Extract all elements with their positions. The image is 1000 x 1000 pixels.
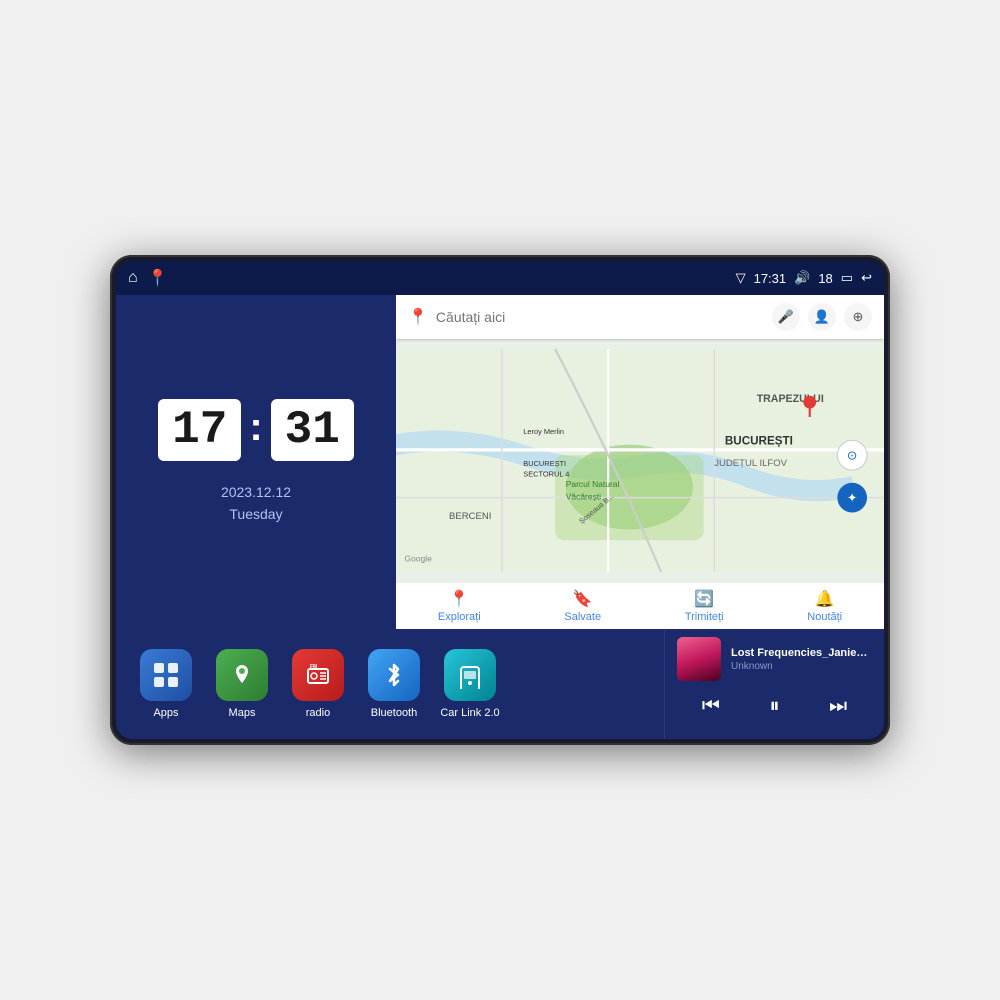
clock-minute: 31 — [271, 399, 354, 461]
bluetooth-label: Bluetooth — [371, 707, 417, 719]
svg-text:BERCENI: BERCENI — [449, 511, 491, 522]
music-artist: Unknown — [731, 661, 872, 672]
screen: ⌂ 📍 ▽ 17:31 🔊 18 ▭ ↩ 17 : — [116, 261, 884, 739]
saved-label: Salvate — [564, 611, 601, 623]
svg-text:Google: Google — [404, 553, 432, 563]
svg-text:⊙: ⊙ — [847, 447, 858, 462]
svg-text:JUDEȚUL ILFOV: JUDEȚUL ILFOV — [714, 458, 787, 469]
main-content: 17 : 31 2023.12.12 Tuesday 📍 — [116, 295, 884, 739]
music-prev-button[interactable]: ⏮ — [694, 691, 728, 722]
battery-icon: ▭ — [841, 270, 853, 286]
music-thumbnail — [677, 637, 721, 681]
map-send-btn[interactable]: 🔄 Trimiteți — [685, 589, 724, 623]
svg-text:FM: FM — [310, 664, 317, 670]
explore-icon: 📍 — [449, 589, 469, 609]
news-icon: 🔔 — [815, 589, 835, 609]
map-account-icon[interactable]: 👤 — [808, 303, 836, 331]
battery-level: 18 — [818, 271, 832, 286]
clock-hour: 17 — [158, 399, 241, 461]
music-next-button[interactable]: ⏭ — [821, 691, 855, 722]
map-mic-icon[interactable]: 🎤 — [772, 303, 800, 331]
map-explore-btn[interactable]: 📍 Explorați — [438, 589, 481, 623]
saved-icon: 🔖 — [573, 589, 593, 609]
maps-icon — [216, 649, 268, 701]
bottom-row: Apps Maps — [116, 629, 884, 739]
app-item-bluetooth[interactable]: Bluetooth — [364, 649, 424, 719]
svg-text:Leroy Merlin: Leroy Merlin — [523, 427, 564, 436]
signal-icon: ▽ — [736, 270, 746, 286]
maps-label: Maps — [229, 707, 256, 719]
map-search-input[interactable] — [436, 309, 764, 325]
music-title: Lost Frequencies_Janieck Devy-... — [731, 647, 872, 659]
music-controls: ⏮ ⏸ ⏭ — [677, 691, 872, 722]
music-play-pause-button[interactable]: ⏸ — [761, 691, 787, 722]
clock-display: 17 : 31 — [158, 399, 354, 461]
status-left-icons: ⌂ 📍 — [128, 268, 168, 288]
clock-panel: 17 : 31 2023.12.12 Tuesday — [116, 295, 396, 629]
apps-section: Apps Maps — [116, 629, 664, 739]
map-panel[interactable]: 📍 🎤 👤 ⊕ — [396, 295, 884, 629]
carlink-icon — [444, 649, 496, 701]
clock-colon: : — [249, 405, 262, 450]
apps-icon — [140, 649, 192, 701]
map-header: 📍 🎤 👤 ⊕ — [396, 295, 884, 339]
explore-label: Explorați — [438, 611, 481, 623]
music-details: Lost Frequencies_Janieck Devy-... Unknow… — [731, 647, 872, 672]
app-item-carlink[interactable]: Car Link 2.0 — [440, 649, 500, 719]
map-svg: TRAPEZULUI BUCUREȘTI JUDEȚUL ILFOV BERCE… — [396, 339, 884, 582]
news-label: Noutăți — [807, 611, 842, 623]
status-bar: ⌂ 📍 ▽ 17:31 🔊 18 ▭ ↩ — [116, 261, 884, 295]
status-right-info: ▽ 17:31 🔊 18 ▭ ↩ — [736, 270, 872, 286]
radio-icon: FM — [292, 649, 344, 701]
svg-text:✦: ✦ — [847, 490, 858, 505]
map-body[interactable]: TRAPEZULUI BUCUREȘTI JUDEȚUL ILFOV BERCE… — [396, 339, 884, 582]
volume-icon: 🔊 — [794, 270, 810, 286]
map-footer: 📍 Explorați 🔖 Salvate 🔄 Trimiteți � — [396, 582, 884, 629]
svg-text:BUCUREȘTI: BUCUREȘTI — [725, 435, 793, 448]
svg-text:Văcărești: Văcărești — [566, 492, 601, 502]
radio-label: radio — [306, 707, 330, 719]
map-pin-icon: 📍 — [408, 307, 428, 327]
top-row: 17 : 31 2023.12.12 Tuesday 📍 — [116, 295, 884, 629]
map-layers-icon[interactable]: ⊕ — [844, 303, 872, 331]
svg-text:Parcul Natural: Parcul Natural — [566, 479, 620, 489]
svg-text:BUCUREȘTI: BUCUREȘTI — [523, 459, 566, 468]
map-news-btn[interactable]: 🔔 Noutăți — [807, 589, 842, 623]
app-item-maps[interactable]: Maps — [212, 649, 272, 719]
app-item-apps[interactable]: Apps — [136, 649, 196, 719]
status-time: 17:31 — [754, 271, 787, 286]
svg-text:SECTORUL 4: SECTORUL 4 — [523, 469, 569, 478]
bluetooth-icon — [368, 649, 420, 701]
clock-date: 2023.12.12 Tuesday — [221, 481, 291, 526]
map-header-icons: 🎤 👤 ⊕ — [772, 303, 872, 331]
music-info: Lost Frequencies_Janieck Devy-... Unknow… — [677, 637, 872, 681]
maps-pin-icon[interactable]: 📍 — [148, 268, 168, 288]
back-icon[interactable]: ↩ — [861, 270, 872, 286]
carlink-label: Car Link 2.0 — [440, 707, 499, 719]
home-icon[interactable]: ⌂ — [128, 269, 138, 287]
car-head-unit: ⌂ 📍 ▽ 17:31 🔊 18 ▭ ↩ 17 : — [110, 255, 890, 745]
music-player: Lost Frequencies_Janieck Devy-... Unknow… — [664, 629, 884, 739]
map-saved-btn[interactable]: 🔖 Salvate — [564, 589, 601, 623]
send-icon: 🔄 — [694, 589, 714, 609]
apps-label: Apps — [153, 707, 178, 719]
send-label: Trimiteți — [685, 611, 724, 623]
app-item-radio[interactable]: FM radio — [288, 649, 348, 719]
